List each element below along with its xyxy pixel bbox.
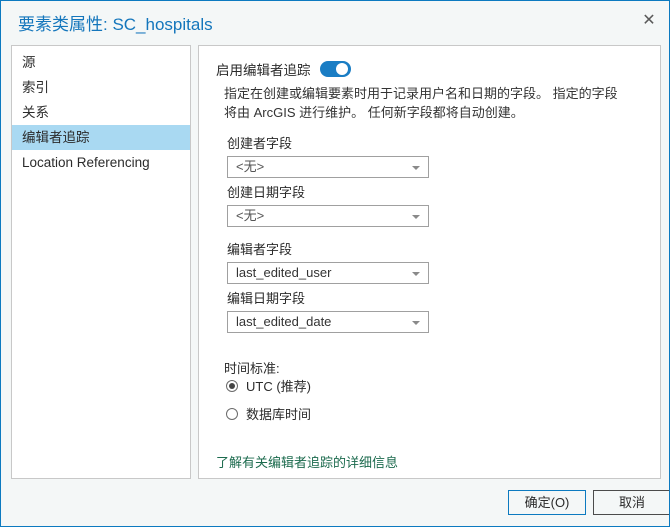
edit-date-field-group: 编辑日期字段 last_edited_date bbox=[227, 288, 429, 333]
sidebar: 源 索引 关系 编辑者追踪 Location Referencing bbox=[11, 45, 191, 479]
radio-icon[interactable] bbox=[226, 407, 238, 420]
page-title: 要素类属性: SC_hospitals bbox=[18, 15, 213, 34]
time-standard-option-database[interactable]: 数据库时间 bbox=[226, 404, 311, 423]
chevron-down-icon bbox=[412, 321, 420, 325]
sidebar-item-indexes[interactable]: 索引 bbox=[12, 75, 190, 100]
time-standard-option-database-label: 数据库时间 bbox=[246, 407, 312, 422]
sidebar-item-source[interactable]: 源 bbox=[12, 50, 190, 75]
creator-field-label: 创建者字段 bbox=[227, 136, 293, 151]
sidebar-item-relationships[interactable]: 关系 bbox=[12, 100, 190, 125]
edit-date-field-value: last_edited_date bbox=[236, 314, 332, 329]
time-standard-label: 时间标准: bbox=[224, 361, 280, 376]
enable-editor-tracking-label: 启用编辑者追踪 bbox=[216, 63, 311, 78]
editor-field-label: 编辑者字段 bbox=[227, 242, 293, 257]
enable-editor-tracking-toggle[interactable] bbox=[319, 61, 351, 77]
creation-date-field-group: 创建日期字段 <无> bbox=[227, 182, 429, 227]
sidebar-item-editor-tracking[interactable]: 编辑者追踪 bbox=[12, 125, 190, 150]
title-bar: 要素类属性: SC_hospitals ✕ bbox=[1, 1, 669, 41]
enable-editor-tracking-row: 启用编辑者追踪 bbox=[216, 59, 351, 79]
creator-field-dropdown[interactable]: <无> bbox=[227, 156, 429, 178]
time-standard-option-utc-label: UTC (推荐) bbox=[246, 379, 311, 394]
feature-class-properties-dialog: 要素类属性: SC_hospitals ✕ 源 索引 关系 编辑者追踪 Loca… bbox=[0, 0, 670, 527]
creator-field-group: 创建者字段 <无> bbox=[227, 133, 429, 178]
editor-tracking-description: 指定在创建或编辑要素时用于记录用户名和日期的字段。 指定的字段将由 ArcGIS… bbox=[224, 86, 618, 120]
ok-button[interactable]: 确定(O) bbox=[508, 490, 586, 515]
close-icon[interactable]: ✕ bbox=[637, 9, 661, 33]
editor-tracking-help-link[interactable]: 了解有关编辑者追踪的详细信息 bbox=[216, 452, 398, 471]
editor-field-value: last_edited_user bbox=[236, 265, 332, 280]
edit-date-field-label: 编辑日期字段 bbox=[227, 291, 306, 306]
radio-icon[interactable] bbox=[226, 379, 238, 392]
creation-date-field-value: <无> bbox=[236, 208, 265, 223]
sidebar-item-location-referencing[interactable]: Location Referencing bbox=[12, 150, 190, 175]
chevron-down-icon bbox=[412, 215, 420, 219]
toggle-knob bbox=[335, 63, 348, 75]
chevron-down-icon bbox=[412, 166, 420, 170]
creation-date-field-label: 创建日期字段 bbox=[227, 185, 306, 200]
edit-date-field-dropdown[interactable]: last_edited_date bbox=[227, 311, 429, 333]
cancel-button[interactable]: 取消 bbox=[593, 490, 669, 515]
editor-field-dropdown[interactable]: last_edited_user bbox=[227, 262, 429, 284]
dialog-button-bar: 确定(O) 取消 bbox=[1, 479, 669, 526]
time-standard-option-utc[interactable]: UTC (推荐) bbox=[226, 376, 311, 395]
editor-tracking-panel: 启用编辑者追踪 指定在创建或编辑要素时用于记录用户名和日期的字段。 指定的字段将… bbox=[198, 45, 661, 479]
creator-field-value: <无> bbox=[236, 159, 265, 174]
chevron-down-icon bbox=[412, 272, 420, 276]
creation-date-field-dropdown[interactable]: <无> bbox=[227, 205, 429, 227]
editor-field-group: 编辑者字段 last_edited_user bbox=[227, 239, 429, 284]
